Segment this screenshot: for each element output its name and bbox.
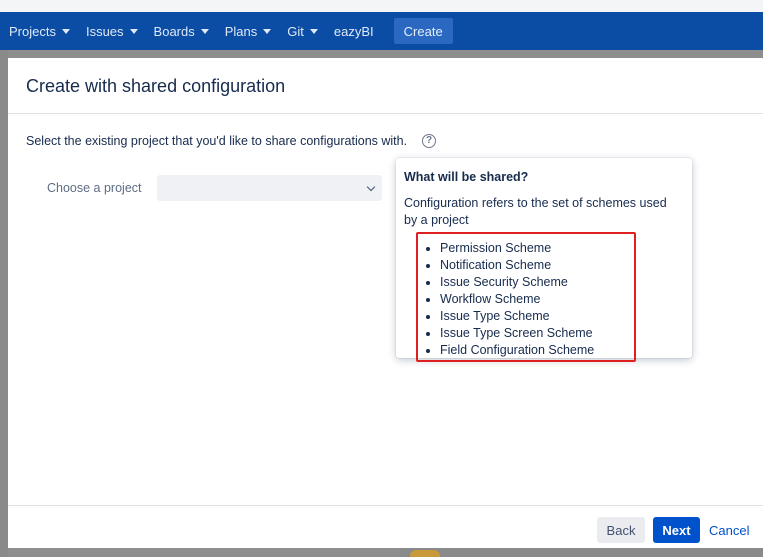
nav-projects[interactable]: Projects: [0, 12, 78, 50]
nav-eazybi[interactable]: eazyBI: [326, 12, 382, 50]
list-item: Notification Scheme: [418, 257, 634, 274]
shared-info-popup: What will be shared? Configuration refer…: [396, 158, 692, 362]
back-button[interactable]: Back: [597, 517, 645, 543]
avatar: [410, 550, 440, 557]
dialog-title: Create with shared configuration: [26, 76, 286, 96]
create-shared-config-dialog: Create with shared configuration Select …: [8, 58, 763, 548]
list-item: Issue Type Scheme: [418, 308, 634, 325]
question-circle-icon[interactable]: ?: [422, 134, 436, 148]
dialog-header: Create with shared configuration: [8, 58, 763, 114]
background-page-strip: [0, 0, 763, 12]
chevron-down-icon: [61, 28, 70, 34]
chevron-down-icon: [309, 28, 318, 34]
nav-git[interactable]: Git: [279, 12, 326, 50]
cancel-button[interactable]: Cancel: [709, 517, 749, 543]
popup-title: What will be shared?: [404, 170, 529, 184]
top-navigation-bar: Projects Issues Boards Plans Git eazyBI …: [0, 12, 763, 50]
page-backdrop-left: [0, 50, 8, 557]
chevron-down-icon: [263, 28, 272, 34]
page-backdrop-bottom: [400, 548, 763, 557]
nav-boards-label: Boards: [153, 23, 195, 39]
popup-description: Configuration refers to the set of schem…: [404, 196, 667, 227]
chevron-down-icon: [366, 182, 376, 192]
nav-plans[interactable]: Plans: [217, 12, 280, 50]
list-item: Issue Type Screen Scheme: [418, 325, 634, 342]
nav-plans-label: Plans: [224, 23, 258, 39]
nav-projects-label: Projects: [9, 23, 56, 39]
intro-text: Select the existing project that you'd l…: [26, 134, 408, 148]
nav-issues[interactable]: Issues: [78, 12, 146, 50]
nav-issues-label: Issues: [85, 23, 124, 39]
chevron-down-icon: [129, 28, 138, 34]
dialog-footer: Back Next Cancel: [8, 505, 763, 549]
scheme-list: Permission Scheme Notification Scheme Is…: [416, 232, 636, 362]
list-item: Field Configuration Scheme: [418, 342, 634, 359]
nav-eazybi-label: eazyBI: [333, 23, 374, 39]
project-select[interactable]: [157, 175, 382, 201]
list-item: Workflow Scheme: [418, 291, 634, 308]
create-button[interactable]: Create: [393, 18, 453, 44]
chevron-down-icon: [200, 28, 209, 34]
choose-project-label: Choose a project: [47, 181, 142, 195]
next-button[interactable]: Next: [653, 517, 700, 543]
list-item: Permission Scheme: [418, 240, 634, 257]
nav-git-label: Git: [287, 23, 304, 39]
nav-boards[interactable]: Boards: [146, 12, 217, 50]
list-item: Issue Security Scheme: [418, 274, 634, 291]
